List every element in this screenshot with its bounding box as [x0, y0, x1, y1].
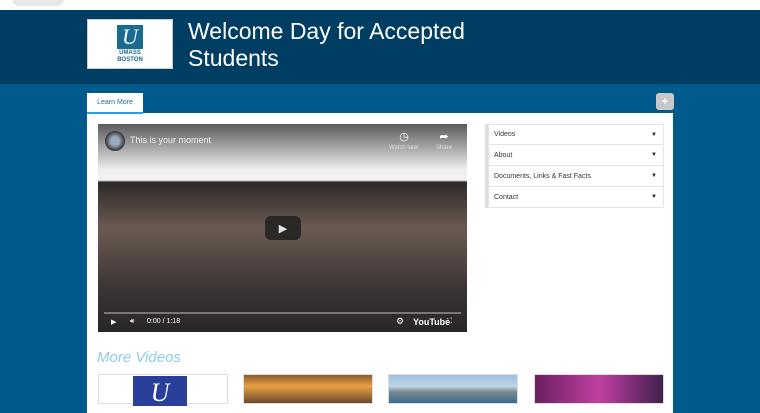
page-title: Welcome Day for Accepted Students — [188, 18, 465, 71]
share-button[interactable]: ➦ Share — [424, 130, 464, 151]
caret-down-icon: ▼ — [651, 173, 657, 179]
play-button[interactable]: ▶ — [265, 216, 301, 240]
watch-later-label: Watch later — [388, 145, 420, 151]
sidebar-item-contact[interactable]: Contact ▼ — [488, 187, 664, 208]
youtube-logo[interactable]: YouTube — [413, 317, 450, 327]
sidebar-item-documents[interactable]: Documents, Links & Fast Facts ▼ — [488, 166, 664, 187]
share-label: Share — [435, 145, 452, 151]
sidebar-accordion: Videos ▼ About ▼ Documents, Links & Fast F… — [485, 124, 664, 208]
item-label: Contact — [494, 193, 519, 201]
volume-icon[interactable]: 🔊︎ — [130, 318, 134, 326]
logo-mark: U — [117, 24, 143, 49]
video-player[interactable]: This is your moment ◷ Watch later ➦ Share … — [98, 124, 467, 332]
video-controls: ▶ 🔊︎ 0:00 / 1:18 ⚙ YouTube ⛶ — [98, 314, 467, 332]
sidebar-item-about[interactable]: About ▼ — [488, 145, 664, 166]
logo-text: UMASS BOSTON — [117, 49, 143, 63]
channel-avatar[interactable] — [105, 131, 125, 151]
caret-down-icon: ▼ — [651, 194, 657, 200]
browser-strip — [0, 0, 760, 10]
item-label: Videos — [494, 131, 516, 138]
time-display: 0:00 / 1:18 — [147, 318, 181, 325]
feedback-button[interactable]: + — [656, 93, 674, 110]
play-icon[interactable]: ▶ — [111, 318, 116, 326]
more-videos-heading: More Videos — [97, 349, 181, 366]
umass-boston-logo[interactable]: U UMASS BOSTON — [87, 19, 173, 69]
umass-logo-thumbnail: U — [133, 376, 187, 407]
browser-tab[interactable] — [12, 0, 64, 6]
video-title[interactable]: This is your moment — [130, 135, 211, 145]
item-label: About — [494, 151, 513, 159]
play-icon: ▶ — [278, 222, 288, 235]
clock-icon: ◷ — [399, 131, 409, 143]
tab-learn-more[interactable]: Learn More — [87, 93, 143, 114]
share-icon: ➦ — [439, 131, 449, 143]
caret-down-icon: ▼ — [651, 131, 657, 138]
item-label: Documents, Links & Fast Facts — [494, 172, 591, 180]
fullscreen-icon[interactable]: ⛶ — [447, 318, 452, 326]
settings-icon[interactable]: ⚙ — [396, 316, 404, 327]
watch-later-button[interactable]: ◷ Watch later — [384, 130, 424, 151]
comment-plus-icon: + — [661, 95, 669, 108]
caret-down-icon: ▼ — [651, 152, 657, 158]
sidebar-item-videos[interactable]: Videos ▼ — [488, 124, 664, 145]
